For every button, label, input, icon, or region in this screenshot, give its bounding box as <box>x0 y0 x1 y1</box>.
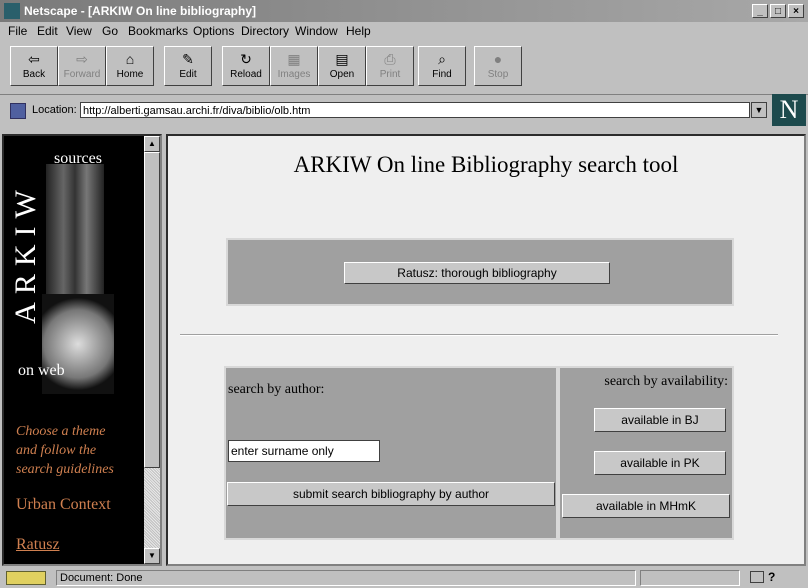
menu-bookmarks[interactable]: Bookmarks <box>128 24 188 38</box>
chevron-down-icon[interactable]: ▼ <box>751 102 767 118</box>
sidebar-prompt: Choose a theme and follow the search gui… <box>16 424 114 477</box>
availability-panel: search by availability: available in BJ … <box>558 366 734 540</box>
menu-bar: File Edit View Go Bookmarks Options Dire… <box>0 22 808 40</box>
title-bar: Netscape - [ARKIW On line bibliography] … <box>0 0 808 22</box>
ratusz-bibliography-button[interactable]: Ratusz: thorough bibliography <box>344 262 610 284</box>
images-button[interactable]: ▦ Images <box>270 46 318 86</box>
home-button[interactable]: ⌂ Home <box>106 46 154 86</box>
menu-view[interactable]: View <box>66 24 92 38</box>
scroll-track[interactable] <box>144 468 160 548</box>
menu-options[interactable]: Options <box>193 24 234 38</box>
page-title: ARKIW On line Bibliography search tool <box>293 152 679 177</box>
sources-text: sources <box>54 150 102 167</box>
menu-help[interactable]: Help <box>346 24 371 38</box>
author-search-panel: search by author: enter surname only sub… <box>224 366 558 540</box>
close-button[interactable]: × <box>788 4 804 18</box>
help-icon[interactable]: ? <box>768 570 775 584</box>
edit-button[interactable]: ✎ Edit <box>164 46 212 86</box>
back-icon: ⇦ <box>28 51 40 67</box>
pencil-icon: ✎ <box>182 51 194 67</box>
ratusz-panel: Ratusz: thorough bibliography <box>226 238 734 306</box>
window-title: Netscape - [ARKIW On line bibliography] <box>24 4 257 18</box>
images-icon: ▦ <box>287 51 301 67</box>
scroll-down-icon[interactable]: ▼ <box>144 548 160 564</box>
back-button[interactable]: ⇦ Back <box>10 46 58 86</box>
netscape-icon <box>4 3 20 19</box>
forward-button[interactable]: ⇨ Forward <box>58 46 106 86</box>
maximize-button[interactable]: □ <box>770 4 786 18</box>
scroll-thumb[interactable] <box>144 152 160 468</box>
on-web-text: on web <box>18 362 65 379</box>
print-icon: ⎙ <box>384 51 396 67</box>
stop-icon: ● <box>493 51 503 67</box>
stop-button[interactable]: ● Stop <box>474 46 522 86</box>
print-button[interactable]: ⎙ Print <box>366 46 414 86</box>
menu-file[interactable]: File <box>8 24 27 38</box>
window-photo <box>46 164 104 294</box>
status-bar: Document: Done ? <box>0 568 808 588</box>
author-search-label: search by author: <box>228 382 325 397</box>
netscape-logo: N <box>772 94 806 126</box>
horizontal-rule <box>180 334 778 336</box>
menu-go[interactable]: Go <box>102 24 118 38</box>
open-button[interactable]: ▤ Open <box>318 46 366 86</box>
availability-label: search by availability: <box>604 374 728 389</box>
find-button[interactable]: ⌕ Find <box>418 46 466 86</box>
menu-directory[interactable]: Directory <box>241 24 289 38</box>
urban-context-link[interactable]: Urban Context <box>16 496 111 514</box>
url-input[interactable]: http://alberti.gamsau.archi.fr/diva/bibl… <box>80 102 750 118</box>
binoculars-icon: ⌕ <box>438 51 446 67</box>
location-label: Location: <box>32 104 77 116</box>
security-key-icon[interactable] <box>6 571 46 585</box>
available-bj-button[interactable]: available in BJ <box>594 408 726 432</box>
available-pk-button[interactable]: available in PK <box>594 451 726 475</box>
forward-icon: ⇨ <box>76 51 88 67</box>
location-bar: Location: http://alberti.gamsau.archi.fr… <box>0 94 808 129</box>
open-icon: ▤ <box>335 51 349 67</box>
toolbar: ⇦ Back ⇨ Forward ⌂ Home ✎ Edit ↻ Reload ▦ Imag… <box>0 42 808 92</box>
submit-author-search-button[interactable]: submit search bibliography by author <box>227 482 555 506</box>
progress-bar <box>640 570 740 586</box>
surname-input[interactable]: enter surname only <box>228 440 380 462</box>
left-scrollbar[interactable]: ▲ ▼ <box>144 136 160 564</box>
mail-icon[interactable] <box>750 571 764 583</box>
home-icon: ⌂ <box>125 51 135 67</box>
menu-edit[interactable]: Edit <box>37 24 58 38</box>
main-frame: ARKIW On line Bibliography search tool R… <box>166 134 806 566</box>
ratusz-link[interactable]: Ratusz <box>16 536 60 554</box>
reload-button[interactable]: ↻ Reload <box>222 46 270 86</box>
menu-window[interactable]: Window <box>295 24 338 38</box>
scroll-up-icon[interactable]: ▲ <box>144 136 160 152</box>
bookmark-icon[interactable] <box>10 103 26 119</box>
status-text: Document: Done <box>56 570 636 586</box>
minimize-button[interactable]: _ <box>752 4 768 18</box>
arkiw-brand: ARKIW <box>9 182 42 324</box>
available-mhmk-button[interactable]: available in MHmK <box>562 494 730 518</box>
left-frame: sources ARKIW on web Choose a theme and … <box>2 134 162 566</box>
reload-icon: ↻ <box>240 51 252 67</box>
